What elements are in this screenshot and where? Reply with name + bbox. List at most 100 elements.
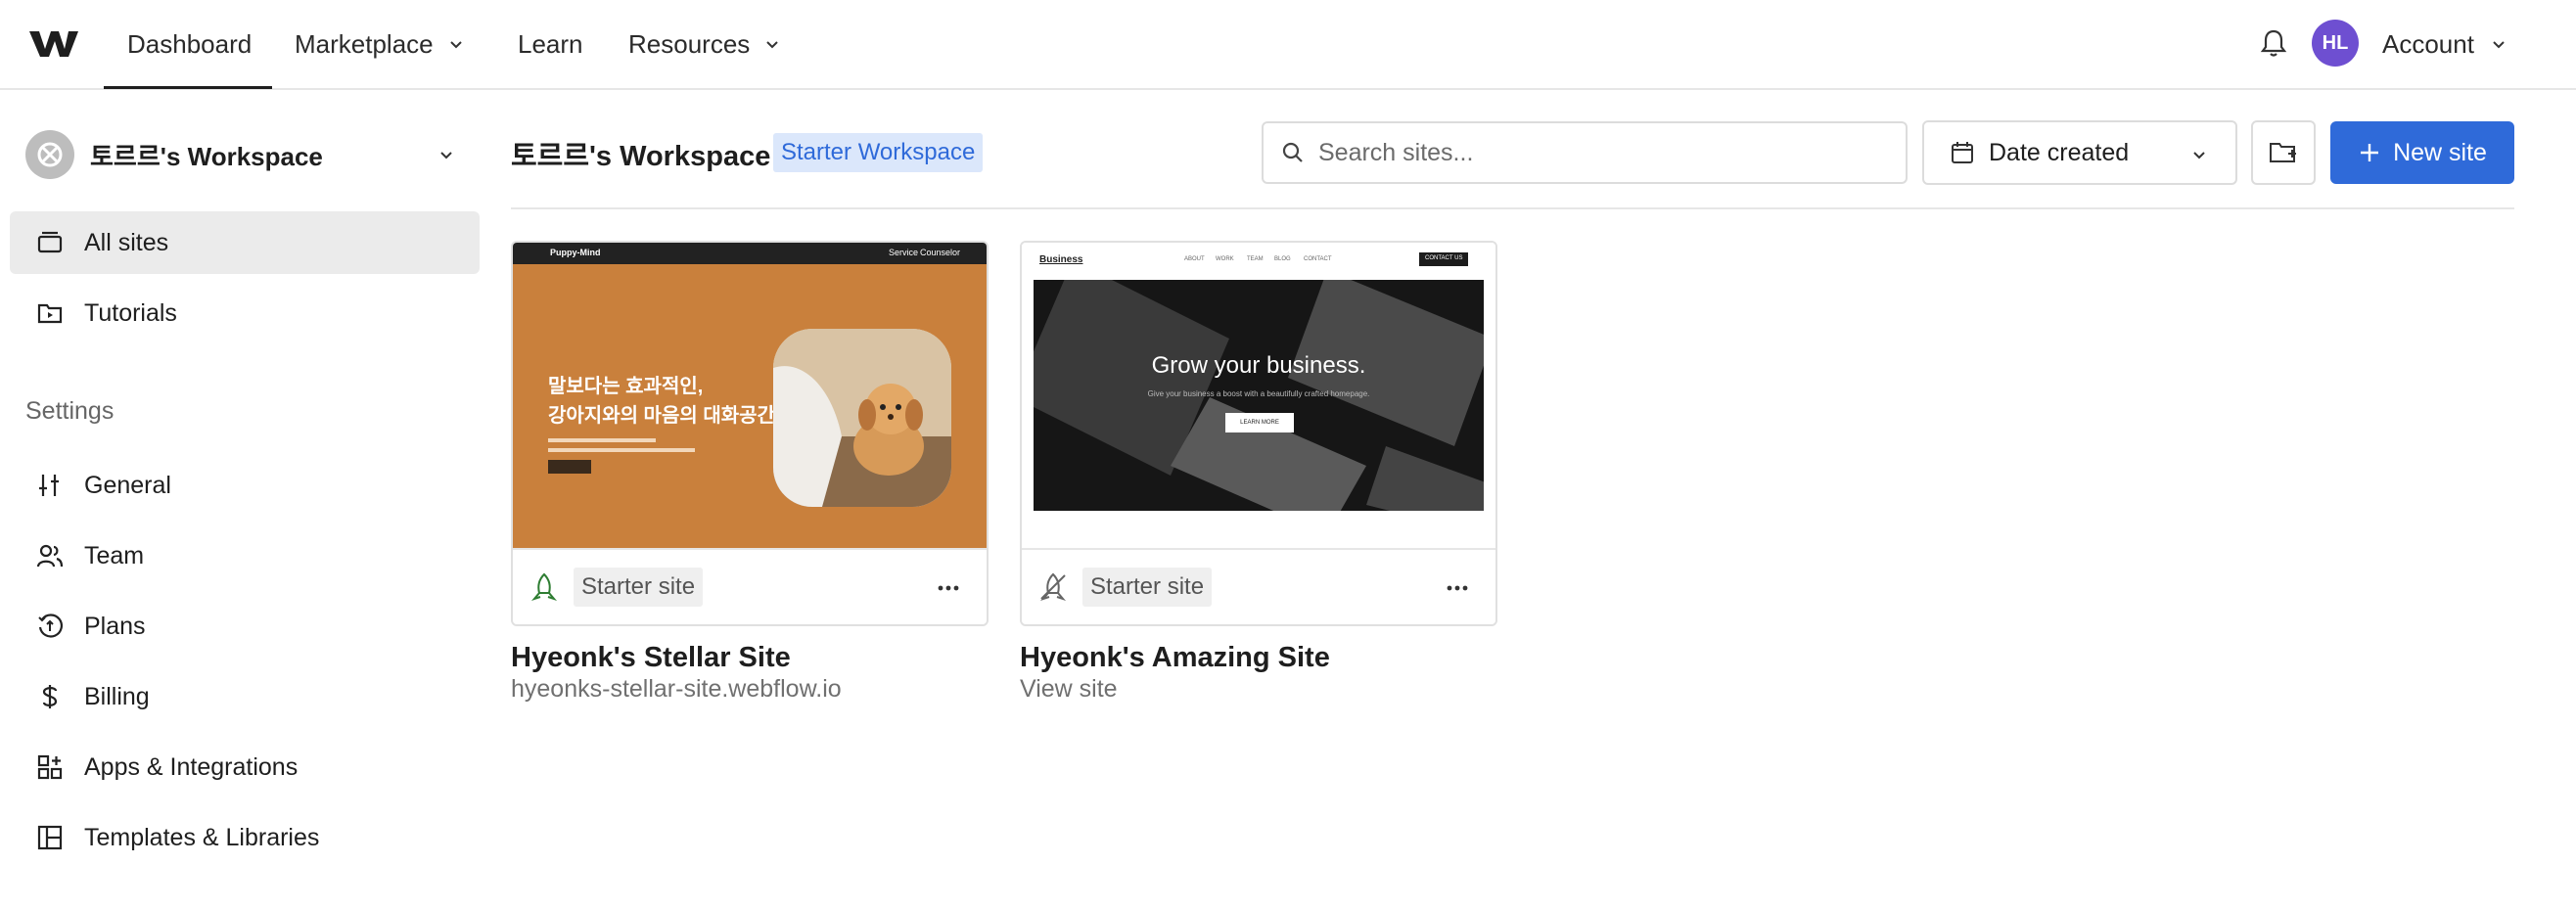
nav-resources[interactable]: Resources bbox=[628, 0, 781, 88]
page-title: 토르르's Workspace bbox=[511, 141, 771, 172]
nav-marketplace-label: Marketplace bbox=[295, 28, 434, 59]
top-navigation: Dashboard Marketplace Learn Resources HL… bbox=[0, 0, 2576, 90]
calendar-icon bbox=[1952, 142, 1973, 163]
more-options-icon[interactable] bbox=[936, 575, 961, 601]
sort-label: Date created bbox=[1989, 138, 2130, 166]
sidebar-item-label: Apps & Integrations bbox=[84, 752, 299, 781]
new-site-label: New site bbox=[2393, 138, 2487, 166]
thumb-cta bbox=[548, 460, 591, 474]
chevron-down-icon bbox=[449, 41, 462, 49]
bell-icon[interactable] bbox=[2259, 27, 2288, 59]
thumb-headline: Grow your business. bbox=[1151, 352, 1366, 379]
puppy-photo-icon bbox=[773, 329, 951, 507]
workspace-icon bbox=[25, 130, 74, 179]
templates-icon bbox=[35, 823, 65, 852]
site-card-footer: Starter site bbox=[513, 548, 987, 624]
workspace-glyph-icon bbox=[37, 142, 63, 167]
sliders-icon bbox=[35, 471, 65, 500]
thumb-nav-item: ABOUT bbox=[1184, 256, 1205, 262]
thumb-photo bbox=[773, 329, 951, 507]
thumb-page: Business ABOUT WORK TEAM BLOG CONTACT CO… bbox=[1022, 243, 1495, 548]
account-menu[interactable]: Account bbox=[2382, 0, 2507, 88]
chevron-down-icon bbox=[440, 152, 452, 159]
thumb-headline-line: 말보다는 효과적인, bbox=[548, 376, 704, 397]
new-site-button[interactable]: New site bbox=[2330, 121, 2514, 184]
nav-learn-label: Learn bbox=[518, 28, 583, 59]
nav-resources-label: Resources bbox=[628, 28, 751, 59]
folder-icon bbox=[35, 228, 65, 257]
site-url-link[interactable]: hyeonks-stellar-site.webflow.io bbox=[511, 675, 842, 704]
site-name[interactable]: Hyeonk's Stellar Site bbox=[511, 642, 791, 674]
starter-site-tag: Starter site bbox=[1082, 568, 1213, 607]
thumb-text-line bbox=[548, 438, 656, 442]
sidebar-item-label: Team bbox=[84, 541, 145, 569]
sidebar-item-label: Tutorials bbox=[84, 298, 177, 327]
thumb-headline-line: 강아지와의 마음의 대화공간 bbox=[548, 405, 775, 427]
thumb-nav-item: CONTACT bbox=[1304, 256, 1332, 262]
more-options-icon[interactable] bbox=[1445, 575, 1470, 601]
unpublished-rocket-icon bbox=[1039, 572, 1067, 602]
new-folder-button[interactable] bbox=[2251, 120, 2316, 185]
sidebar-item-all-sites[interactable]: All sites bbox=[10, 211, 480, 274]
thumb-brand: Puppy-Mind bbox=[550, 248, 601, 257]
published-rocket-icon bbox=[530, 572, 558, 602]
tutorials-icon bbox=[35, 298, 65, 328]
plus-icon bbox=[2361, 144, 2379, 161]
webflow-logo-icon[interactable] bbox=[29, 27, 78, 59]
sidebar-item-apps-integrations[interactable]: Apps & Integrations bbox=[10, 736, 480, 798]
thumb-contact-cta: CONTACT US bbox=[1419, 252, 1469, 266]
search-input[interactable] bbox=[1318, 138, 1866, 167]
plans-icon bbox=[35, 612, 65, 641]
view-site-link[interactable]: View site bbox=[1020, 675, 1118, 704]
team-icon bbox=[35, 541, 65, 570]
dollar-icon bbox=[35, 682, 65, 711]
thumb-navbar: Puppy-Mind Service Counselor bbox=[513, 243, 987, 264]
apps-icon bbox=[35, 752, 65, 782]
thumb-nav-item: Service bbox=[889, 248, 919, 257]
sidebar-item-label: Plans bbox=[84, 612, 146, 640]
thumb-nav-item: TEAM bbox=[1247, 256, 1264, 262]
sidebar-item-label: Templates & Libraries bbox=[84, 823, 320, 851]
site-card-footer: Starter site bbox=[1022, 548, 1495, 624]
nav-dashboard-label: Dashboard bbox=[127, 28, 253, 59]
sidebar-item-general[interactable]: General bbox=[10, 454, 480, 517]
account-label: Account bbox=[2382, 28, 2474, 59]
sidebar-item-label: Billing bbox=[84, 682, 150, 710]
sidebar-item-label: General bbox=[84, 471, 171, 499]
site-name[interactable]: Hyeonk's Amazing Site bbox=[1020, 642, 1330, 674]
thumb-hero: 말보다는 효과적인, 강아지와의 마음의 대화공간 bbox=[513, 264, 987, 548]
header-divider bbox=[511, 207, 2514, 209]
chevron-down-icon bbox=[766, 41, 778, 49]
folder-plus-icon bbox=[2270, 143, 2296, 162]
thumb-nav-item: BLOG bbox=[1274, 256, 1291, 262]
plan-badge[interactable]: Starter Workspace bbox=[773, 133, 984, 172]
sidebar-item-team[interactable]: Team bbox=[10, 524, 480, 587]
sidebar-item-billing[interactable]: Billing bbox=[10, 665, 480, 728]
nav-dashboard[interactable]: Dashboard bbox=[127, 0, 252, 88]
sidebar-item-tutorials[interactable]: Tutorials bbox=[10, 282, 480, 344]
thumb-learn-more: LEARN MORE bbox=[1225, 413, 1294, 432]
nav-learn[interactable]: Learn bbox=[518, 0, 583, 88]
sort-dropdown[interactable]: Date created bbox=[1922, 120, 2237, 185]
site-card[interactable]: Puppy-Mind Service Counselor 말보다는 효과적인, … bbox=[511, 241, 989, 626]
site-thumbnail[interactable]: Puppy-Mind Service Counselor 말보다는 효과적인, … bbox=[513, 243, 987, 548]
nav-active-underline bbox=[104, 86, 272, 89]
search-field[interactable] bbox=[1262, 121, 1908, 184]
sidebar-item-label: All sites bbox=[84, 228, 169, 256]
thumb-hero: Grow your business. Give your business a… bbox=[1034, 280, 1484, 511]
starter-site-tag: Starter site bbox=[574, 568, 704, 607]
avatar[interactable]: HL bbox=[2312, 20, 2359, 67]
workspace-switcher[interactable]: 토르르's Workspace bbox=[25, 129, 456, 180]
thumb-tagline: Give your business a boost with a beauti… bbox=[1147, 389, 1370, 398]
chevron-down-icon bbox=[2493, 41, 2505, 49]
nav-marketplace[interactable]: Marketplace bbox=[295, 0, 465, 88]
sidebar-item-plans[interactable]: Plans bbox=[10, 595, 480, 658]
settings-heading: Settings bbox=[25, 397, 115, 425]
site-card[interactable]: Business ABOUT WORK TEAM BLOG CONTACT CO… bbox=[1020, 241, 1497, 626]
search-icon bbox=[1282, 142, 1303, 162]
thumb-nav-item: WORK bbox=[1216, 256, 1234, 262]
sidebar-item-templates-libraries[interactable]: Templates & Libraries bbox=[10, 806, 480, 869]
site-thumbnail[interactable]: Business ABOUT WORK TEAM BLOG CONTACT CO… bbox=[1022, 243, 1495, 548]
thumb-text-line bbox=[548, 448, 695, 452]
thumb-nav-item: Counselor bbox=[920, 248, 961, 257]
